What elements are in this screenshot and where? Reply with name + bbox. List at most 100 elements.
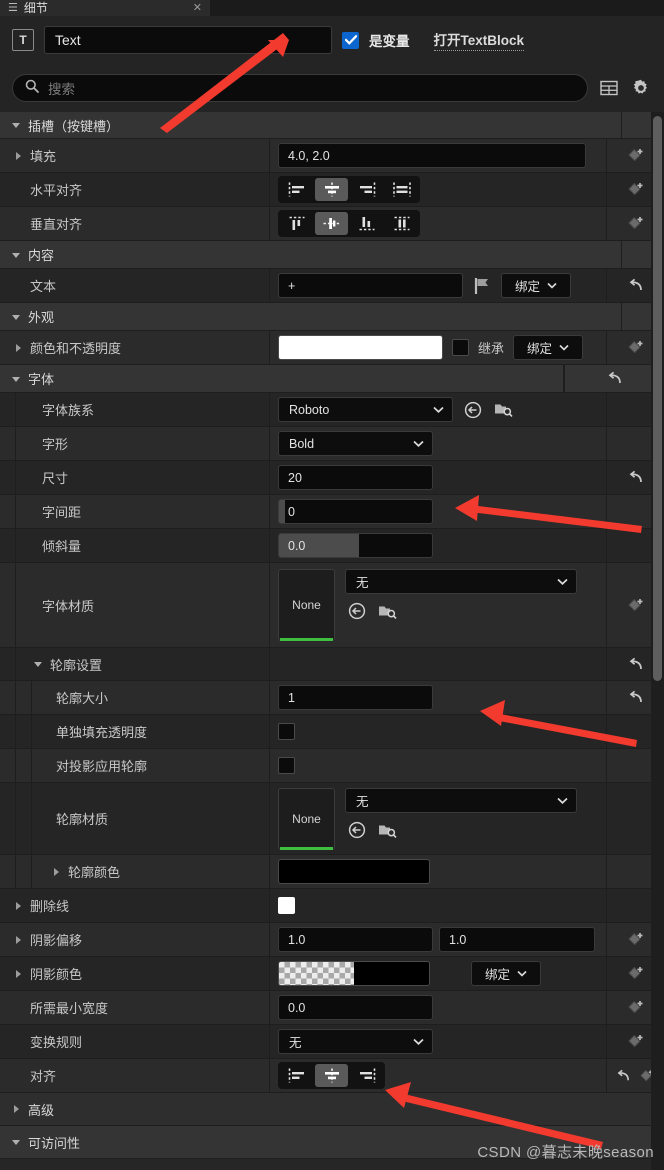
justify-right-icon[interactable]: [350, 1064, 383, 1087]
add-keyframe-icon[interactable]: [626, 146, 646, 166]
row-apply-outline-to-dropshadow[interactable]: 对投影应用轮廓: [0, 749, 664, 783]
transform-dropdown[interactable]: 无: [278, 1029, 433, 1054]
shadow-offset-y-input[interactable]: 1.0: [439, 927, 595, 952]
outline-material-thumbnail[interactable]: None: [278, 788, 335, 850]
justification-segmented[interactable]: [278, 1062, 385, 1089]
valign-top-icon[interactable]: [280, 212, 313, 235]
outline-color-swatch[interactable]: [278, 859, 430, 884]
outline-size-input[interactable]: 1: [278, 685, 433, 710]
reset-arrow-icon[interactable]: [627, 655, 645, 673]
browse-asset-icon[interactable]: [493, 400, 513, 420]
row-separate-fill-alpha[interactable]: 单独填充透明度: [0, 715, 664, 749]
open-textblock-link[interactable]: 打开TextBlock: [433, 29, 525, 51]
add-keyframe-icon[interactable]: [626, 338, 646, 358]
valign-bottom-icon[interactable]: [350, 212, 383, 235]
add-keyframe-icon[interactable]: [626, 214, 646, 234]
close-icon[interactable]: ✕: [193, 2, 202, 14]
font-material-thumbnail[interactable]: None: [278, 569, 335, 641]
reset-arrow-icon[interactable]: [627, 277, 645, 295]
outline-material-dropdown[interactable]: 无: [345, 788, 577, 813]
row-skew[interactable]: 倾斜量 0.0: [0, 529, 664, 563]
row-shadow-offset[interactable]: 阴影偏移 1.0 1.0: [0, 923, 664, 957]
add-keyframe-icon[interactable]: [626, 595, 646, 615]
align-fill-icon[interactable]: [385, 178, 418, 201]
row-font-family[interactable]: 字体族系 Roboto: [0, 393, 664, 427]
skew-slider[interactable]: 0.0: [278, 533, 433, 558]
reset-cell[interactable]: [564, 365, 664, 392]
valign-fill-icon[interactable]: [385, 212, 418, 235]
chevron-right-icon[interactable]: [50, 867, 62, 877]
chevron-right-icon[interactable]: [12, 343, 24, 353]
add-keyframe-icon[interactable]: [626, 1032, 646, 1052]
typeface-dropdown[interactable]: Bold: [278, 431, 433, 456]
widget-name-input[interactable]: Text: [44, 26, 332, 54]
reset-arrow-icon[interactable]: [627, 689, 645, 707]
add-keyframe-icon[interactable]: [626, 180, 646, 200]
justify-left-icon[interactable]: [280, 1064, 313, 1087]
add-keyframe-icon[interactable]: [626, 998, 646, 1018]
padding-input[interactable]: 4.0, 2.0: [278, 143, 586, 168]
use-selected-asset-icon[interactable]: [463, 400, 483, 420]
align-right-icon[interactable]: [350, 178, 383, 201]
is-variable-checkbox[interactable]: [342, 31, 359, 49]
row-vertical-alignment[interactable]: 垂直对齐: [0, 207, 664, 241]
section-header-advanced[interactable]: 高级: [0, 1093, 664, 1126]
align-left-icon[interactable]: [280, 178, 313, 201]
add-keyframe-icon[interactable]: [626, 964, 646, 984]
row-min-desired-width[interactable]: 所需最小宽度 0.0: [0, 991, 664, 1025]
search-input[interactable]: 搜索: [12, 74, 588, 102]
row-size[interactable]: 尺寸 20: [0, 461, 664, 495]
justify-center-icon[interactable]: [315, 1064, 348, 1087]
section-header-slot[interactable]: 插槽（按键槽）: [0, 112, 664, 139]
reset-arrow-icon[interactable]: [627, 469, 645, 487]
gear-icon[interactable]: [630, 77, 652, 99]
row-justification[interactable]: 对齐: [0, 1059, 664, 1093]
shadow-bind-button[interactable]: 绑定: [471, 961, 541, 986]
color-bind-button[interactable]: 绑定: [513, 335, 584, 360]
reset-arrow-icon[interactable]: [606, 370, 624, 388]
apply-outline-checkbox[interactable]: [278, 757, 295, 774]
property-list[interactable]: 插槽（按键槽） 填充 4.0, 2.0 水平对齐 垂直对齐 内容 文本 + 绑定…: [0, 112, 664, 1170]
color-swatch[interactable]: [278, 335, 443, 360]
localization-flag-icon[interactable]: [472, 276, 492, 296]
text-bind-button[interactable]: 绑定: [501, 273, 571, 298]
text-input[interactable]: +: [278, 273, 463, 298]
row-font-material[interactable]: 字体材质 None 无: [0, 563, 664, 648]
browse-asset-icon[interactable]: [377, 820, 397, 840]
chevron-right-icon[interactable]: [12, 901, 24, 911]
section-header-outline[interactable]: 轮廓设置: [0, 648, 664, 681]
font-family-dropdown[interactable]: Roboto: [278, 397, 453, 422]
row-typeface[interactable]: 字形 Bold: [0, 427, 664, 461]
valign-center-icon[interactable]: [315, 212, 348, 235]
use-selected-asset-icon[interactable]: [347, 601, 367, 621]
letter-spacing-slider[interactable]: 0: [278, 499, 433, 524]
shadow-color-swatch[interactable]: [278, 961, 430, 986]
use-selected-asset-icon[interactable]: [347, 820, 367, 840]
min-width-input[interactable]: 0.0: [278, 995, 433, 1020]
shadow-offset-x-input[interactable]: 1.0: [278, 927, 433, 952]
row-strike-brush[interactable]: 删除线: [0, 889, 664, 923]
row-shadow-color[interactable]: 阴影颜色 绑定: [0, 957, 664, 991]
strike-swatch[interactable]: [278, 897, 295, 914]
h-align-segmented[interactable]: [278, 176, 420, 203]
row-letter-spacing[interactable]: 字间距 0: [0, 495, 664, 529]
tab-details[interactable]: ☰ 细节 ✕: [0, 0, 210, 16]
browse-asset-icon[interactable]: [377, 601, 397, 621]
inherit-checkbox[interactable]: [452, 339, 469, 356]
chevron-right-icon[interactable]: [12, 151, 24, 161]
size-input[interactable]: 20: [278, 465, 433, 490]
reset-arrow-icon[interactable]: [615, 1067, 633, 1085]
chevron-right-icon[interactable]: [10, 1104, 22, 1114]
add-keyframe-icon[interactable]: [626, 930, 646, 950]
v-align-segmented[interactable]: [278, 210, 420, 237]
row-padding[interactable]: 填充 4.0, 2.0: [0, 139, 664, 173]
row-outline-size[interactable]: 轮廓大小 1: [0, 681, 664, 715]
row-text[interactable]: 文本 + 绑定: [0, 269, 664, 303]
row-color-and-opacity[interactable]: 颜色和不透明度 继承 绑定: [0, 331, 664, 365]
font-material-dropdown[interactable]: 无: [345, 569, 577, 594]
row-transform-policy[interactable]: 变换规则 无: [0, 1025, 664, 1059]
table-view-icon[interactable]: [598, 77, 620, 99]
scrollbar-thumb[interactable]: [653, 116, 662, 681]
align-center-icon[interactable]: [315, 178, 348, 201]
section-header-content[interactable]: 内容: [0, 241, 664, 269]
